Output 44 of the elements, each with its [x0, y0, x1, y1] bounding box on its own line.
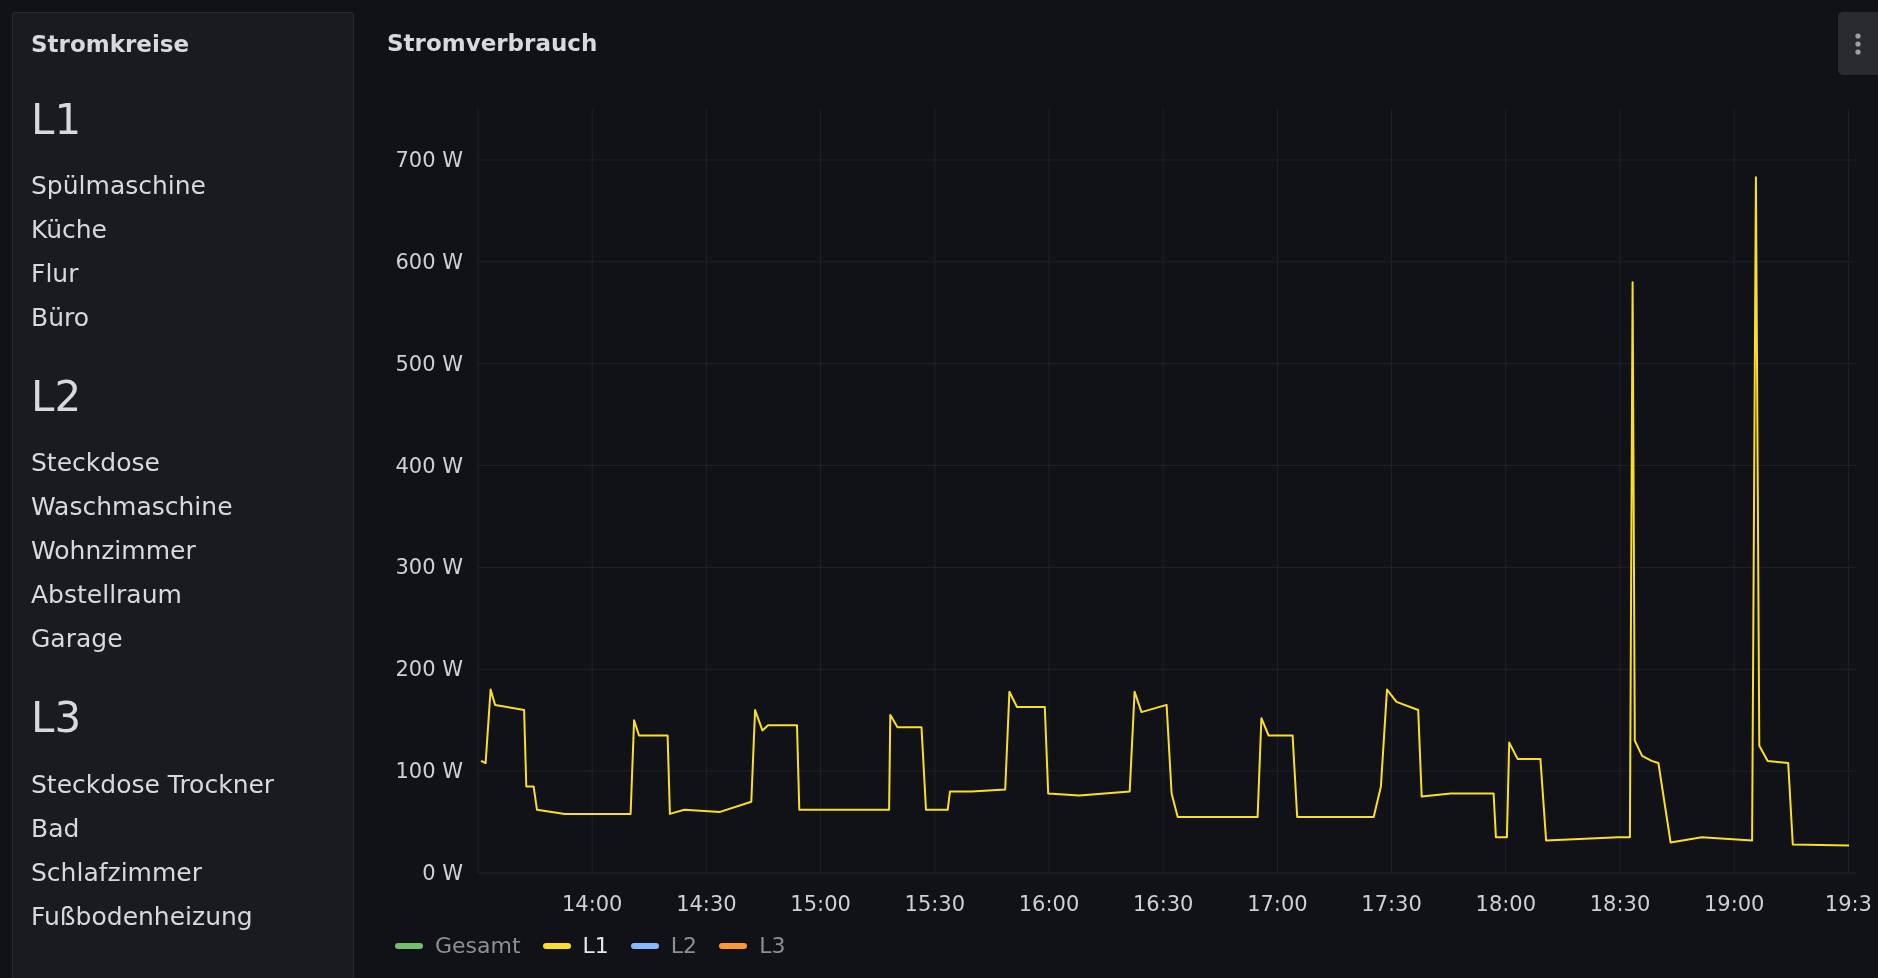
circuit-item: Wohnzimmer	[31, 535, 197, 568]
axis-label: 500 W	[395, 351, 463, 376]
axis-label: 15:00	[790, 892, 851, 916]
axis-label: 600 W	[395, 249, 463, 274]
circuit-item: Fußbodenheizung	[31, 900, 254, 933]
menu-button[interactable]	[1838, 12, 1878, 75]
circuit-heading: L2	[31, 374, 83, 421]
circuit-item: Flur	[31, 258, 80, 291]
circuit-item: Garage	[31, 623, 124, 656]
legend-item[interactable]: L3	[719, 933, 786, 958]
circuit-item: Spülmaschine	[31, 170, 207, 203]
axis-label: 0 W	[422, 861, 463, 885]
axis-label: 200 W	[395, 657, 463, 682]
axis-label: 16:30	[1132, 892, 1194, 916]
circuit-item: Waschmaschine	[31, 491, 234, 524]
axis-label: 700 W	[395, 147, 463, 172]
axis-label: 400 W	[395, 453, 463, 478]
circuit-item: Steckdose Trockner	[31, 768, 276, 801]
axis-label: 14:30	[676, 892, 737, 916]
panel-title: Stromkreise	[31, 31, 191, 57]
circuit-item: Schlafzimmer	[31, 856, 203, 889]
axis-label: 16:00	[1018, 892, 1080, 916]
axis-label: 19:00	[1703, 892, 1765, 916]
circuit-heading: L1	[31, 97, 83, 144]
axis-label: 17:00	[1247, 892, 1308, 916]
axis-label: 19:3	[1824, 892, 1872, 916]
circuit-heading: L3	[31, 695, 83, 742]
axis-label: 18:00	[1475, 892, 1537, 916]
axis-label: 300 W	[395, 555, 463, 580]
legend-item[interactable]: Gesamt	[395, 933, 521, 958]
circuit-item: Steckdose	[31, 447, 161, 480]
axis-label: 15:30	[904, 892, 966, 916]
more-options-icon	[1855, 32, 1861, 55]
legend-item[interactable]: L1	[542, 933, 609, 958]
circuit-item: Abstellraum	[31, 579, 183, 612]
axis-label: 18:30	[1589, 892, 1651, 916]
legend-item[interactable]: L2	[630, 933, 698, 958]
axis-label: 14:00	[561, 892, 623, 916]
axis-label: 17:30	[1361, 892, 1422, 916]
circuit-item: Küche	[31, 214, 108, 247]
circuit-item: Bad	[31, 812, 81, 845]
panel-title: Stromverbrauch	[387, 30, 598, 56]
axis-label: 100 W	[395, 759, 463, 784]
circuit-item: Büro	[31, 302, 91, 335]
